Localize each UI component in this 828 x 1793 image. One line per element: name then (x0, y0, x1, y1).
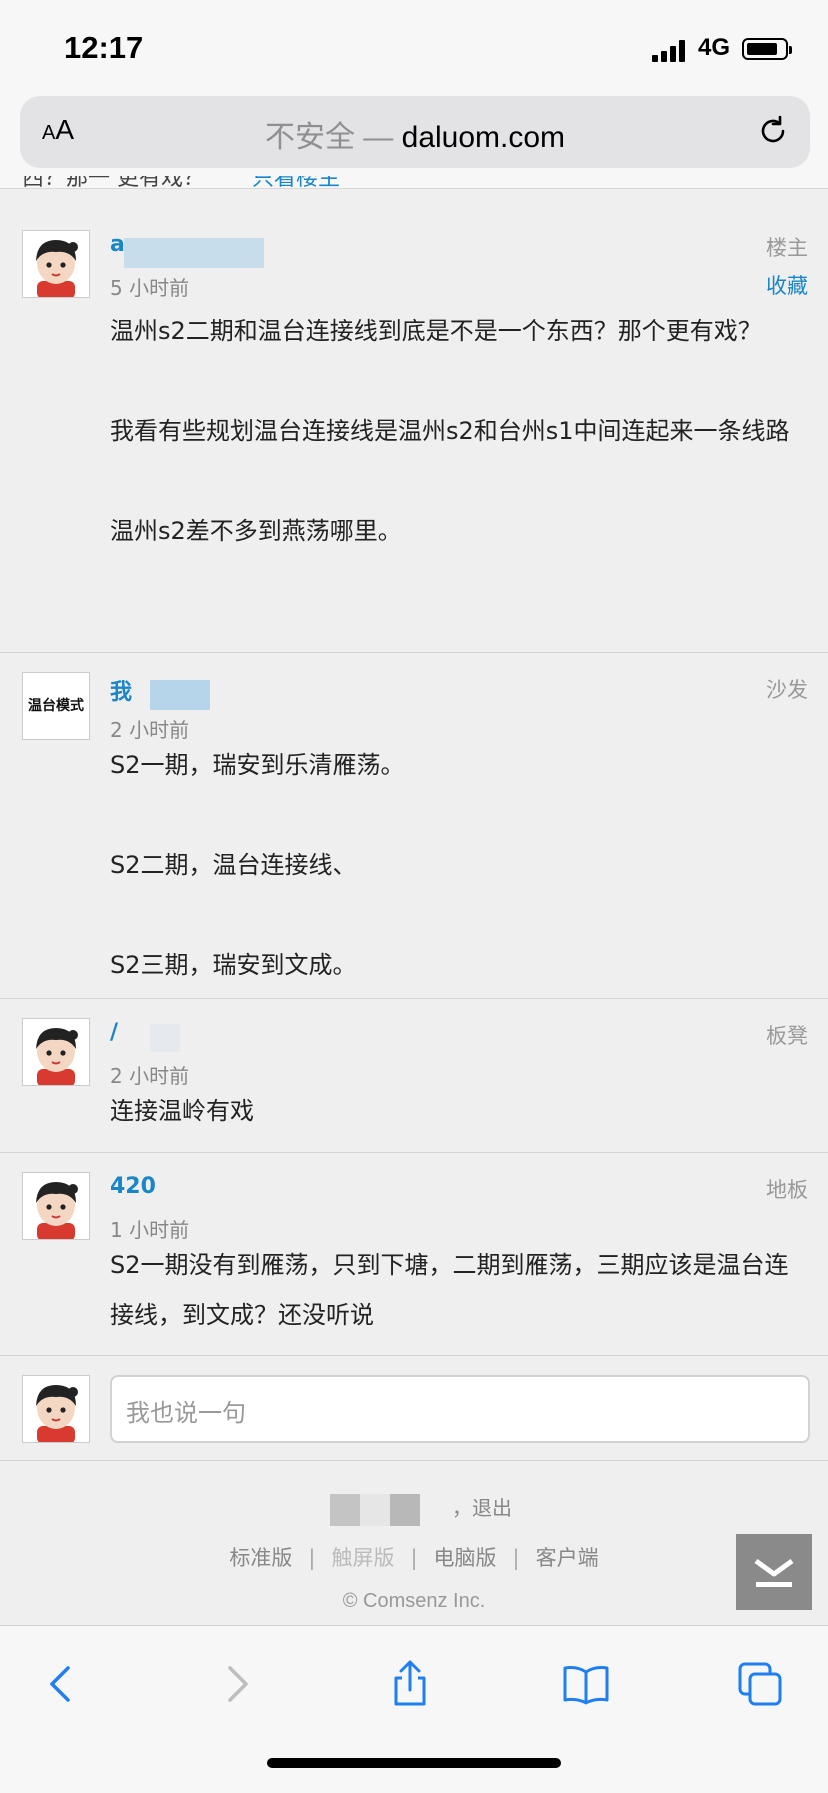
redacted-username (150, 1024, 180, 1052)
floor-label: 地板 (766, 1178, 808, 1202)
url-display[interactable]: 不安全 — daluom.com (20, 112, 810, 156)
reply-input[interactable]: 我也说一句 (110, 1375, 810, 1443)
post-username[interactable]: / (110, 1020, 118, 1045)
domain-label: daluom.com (401, 121, 566, 154)
logout-link[interactable]: ，退出 (452, 1492, 512, 1521)
footer-link-standard[interactable]: 标准版 (229, 1546, 292, 1570)
insecure-label: 不安全 — (264, 121, 394, 154)
post-content: 连接温岭有戏 (110, 1097, 254, 1125)
footer-links: 标准版 | 触屏版 | 电脑版 | 客户端 (229, 1546, 599, 1570)
footer-link-touch[interactable]: 触屏版 (331, 1546, 394, 1570)
post-time: 5 小时前 (110, 276, 190, 300)
reload-icon[interactable] (756, 114, 790, 148)
post-username[interactable]: 我 (110, 674, 132, 706)
forward-icon[interactable] (210, 1658, 262, 1710)
tabs-icon[interactable] (734, 1658, 786, 1710)
thread-title-fragment: 西？那一 更有戏？ 只看楼主 (22, 176, 340, 190)
footer-link-desktop[interactable]: 电脑版 (434, 1546, 497, 1570)
scroll-bottom-button[interactable] (736, 1534, 812, 1610)
status-bar: 12:17 4G (0, 0, 828, 96)
footer-link-client[interactable]: 客户端 (536, 1546, 599, 1570)
post-username[interactable]: a (110, 232, 125, 257)
post-content: 温州s2二期和温台连接线到底是不是一个东西？那个更有戏？ 我看有些规划温台连接线… (110, 317, 790, 545)
avatar[interactable] (22, 230, 90, 298)
redacted-username (150, 680, 210, 710)
home-indicator (267, 1758, 561, 1768)
redacted-username (124, 238, 264, 268)
battery-icon (742, 38, 792, 60)
post-item: a 楼主 5 小时前 收藏 温州s2二期和温台连接线到底是不是一个东西？那个更有… (0, 210, 828, 653)
copyright: © Comsenz Inc. (342, 1590, 486, 1612)
post-content: S2一期，瑞安到乐清雁荡。 S2二期，温台连接线、 S2三期，瑞安到文成。 (110, 751, 405, 979)
avatar[interactable] (22, 1018, 90, 1086)
footer: ，退出 标准版 | 触屏版 | 电脑版 | 客户端 © Comsenz Inc. (0, 1460, 828, 1625)
avatar[interactable] (22, 1172, 90, 1240)
share-icon[interactable] (384, 1658, 436, 1710)
address-bar[interactable]: AA 不安全 — daluom.com (20, 96, 810, 168)
post-time: 1 小时前 (110, 1218, 190, 1242)
floor-label: 板凳 (766, 1024, 808, 1048)
post-item: 温台模式 我 沙发 2 小时前 S2一期，瑞安到乐清雁荡。 S2二期，温台连接线… (0, 652, 828, 999)
reply-row: 我也说一句 (0, 1355, 828, 1461)
network-type: 4G (698, 34, 731, 61)
arrow-down-icon (754, 1558, 794, 1587)
avatar[interactable]: 温台模式 (22, 672, 90, 740)
post-item: 420 地板 1 小时前 S2一期没有到雁荡，只到下塘，二期到雁荡，三期应该是温… (0, 1152, 828, 1356)
cellular-signal-icon (652, 38, 692, 62)
bookmarks-icon[interactable] (560, 1658, 612, 1710)
avatar (22, 1375, 90, 1443)
floor-label: 楼主 (766, 236, 808, 260)
only-op-link[interactable]: 只看楼主 (252, 176, 340, 190)
status-time: 12:17 (64, 30, 144, 65)
floor-label: 沙发 (766, 678, 808, 702)
post-username[interactable]: 420 (110, 1174, 156, 1199)
post-content: S2一期没有到雁荡，只到下塘，二期到雁荡，三期应该是温台连接线，到文成？还没听说 (110, 1251, 789, 1329)
back-icon[interactable] (36, 1658, 88, 1710)
post-time: 2 小时前 (110, 718, 190, 742)
post-item: / 板凳 2 小时前 连接温岭有戏 (0, 998, 828, 1153)
post-time: 2 小时前 (110, 1064, 190, 1088)
favorite-link[interactable]: 收藏 (766, 270, 808, 300)
